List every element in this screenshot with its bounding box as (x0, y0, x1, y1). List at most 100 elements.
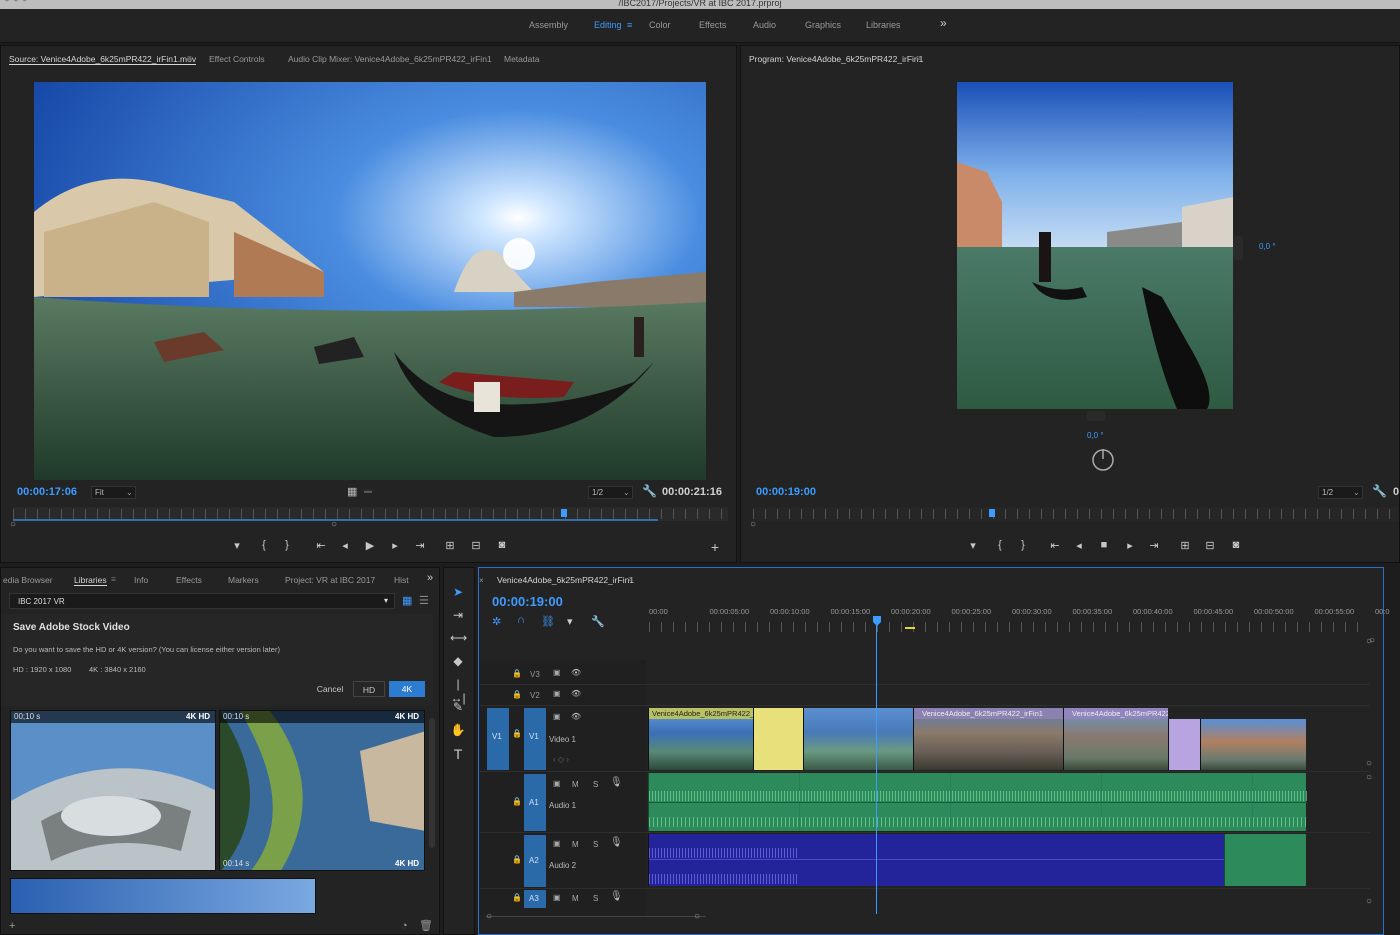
solo-button[interactable]: S (593, 840, 598, 849)
list-view-icon[interactable]: ☰ (419, 594, 429, 607)
video-clip-transition[interactable] (753, 708, 803, 770)
panel-menu-icon[interactable]: ≡ (187, 53, 192, 63)
panel-overflow-icon[interactable]: » (427, 572, 433, 584)
stop-icon[interactable]: ■ (1096, 539, 1112, 551)
insert-icon[interactable]: ⊞ (442, 539, 458, 552)
workspace-editing[interactable]: Editing (594, 20, 622, 30)
source-resolution-select[interactable]: 1/2 ⌄ (588, 486, 633, 499)
ripple-edit-tool-icon[interactable]: ⟷ (450, 631, 467, 645)
trash-icon[interactable]: 🗑 (419, 919, 433, 932)
scroll-handle-left[interactable]: ○ (486, 911, 492, 922)
video-clip[interactable]: Venice4Adobe_6k25mPR422_irFin1.mov (648, 708, 753, 770)
tab-libraries[interactable]: Libraries (74, 575, 107, 586)
solo-button[interactable]: S (593, 894, 598, 903)
sync-lock-icon[interactable]: ▣ (553, 712, 561, 721)
extract-icon[interactable]: ⊟ (1202, 539, 1218, 552)
track-target-a1[interactable]: A1 (524, 774, 546, 831)
workspace-assembly[interactable]: Assembly (529, 20, 568, 30)
tab-audio-clip-mixer[interactable]: Audio Clip Mixer: Venice4Adobe_6k25mPR42… (288, 54, 492, 64)
video-clip[interactable]: Venice4Adobe_6k25mPR422_irFin1 (913, 708, 1063, 770)
sync-lock-icon[interactable]: ▣ (553, 839, 561, 848)
stock-thumbnail-3[interactable] (10, 878, 316, 914)
tab-project[interactable]: Project: VR at IBC 2017 (285, 575, 375, 585)
tab-source[interactable]: Source: Venice4Adobe_6k25mPR422_irFin1.m… (9, 54, 197, 65)
go-to-in-icon[interactable]: ⇤ (1047, 539, 1063, 552)
overwrite-icon[interactable]: ⊟ (468, 539, 484, 552)
tab-metadata[interactable]: Metadata (504, 54, 539, 64)
lock-icon[interactable]: 🔒 (512, 893, 522, 902)
workspace-audio[interactable]: Audio (753, 20, 776, 30)
track-target-a2[interactable]: A2 (524, 835, 546, 887)
add-marker-icon[interactable]: ▾ (965, 539, 981, 552)
eye-icon[interactable]: 👁 (571, 668, 581, 677)
tab-effect-controls[interactable]: Effect Controls (209, 54, 265, 64)
cloud-sync-icon[interactable]: ◔ (401, 920, 408, 932)
sync-lock-icon[interactable]: ▣ (553, 779, 561, 788)
mute-button[interactable]: M (572, 780, 579, 789)
lock-icon[interactable]: 🔒 (512, 729, 522, 738)
selection-tool-icon[interactable]: ➤ (450, 585, 466, 599)
snap-icon[interactable]: ∩ (517, 614, 525, 626)
program-playhead[interactable] (988, 509, 995, 517)
source-zoom-select[interactable]: Fit ⌄ (91, 486, 136, 499)
pen-tool-icon[interactable]: ✎ (450, 700, 466, 714)
mute-button[interactable]: M (572, 894, 579, 903)
drag-video-icon[interactable]: ▦ (347, 485, 357, 498)
lift-icon[interactable]: ⊞ (1177, 539, 1193, 552)
close-sequence-icon[interactable]: × (479, 576, 487, 585)
tab-effects[interactable]: Effects (176, 575, 202, 585)
cancel-button[interactable]: Cancel (311, 681, 349, 697)
razor-tool-icon[interactable]: ◆ (450, 654, 466, 668)
vr-angle-vertical[interactable]: 0,0 ° (1259, 242, 1276, 251)
program-timecode[interactable]: 00:00:19:00 (756, 486, 816, 498)
settings-wrench-icon[interactable]: 🔧 (591, 615, 605, 628)
source-timecode[interactable]: 00:00:17:06 (17, 486, 77, 498)
workspace-overflow-icon[interactable]: » (940, 16, 947, 30)
mark-in-icon[interactable]: { (992, 539, 1008, 551)
video-clip[interactable] (803, 708, 913, 770)
tab-history[interactable]: Hist (394, 575, 409, 585)
zoom-start-handle[interactable]: ○ (750, 519, 756, 530)
eye-icon[interactable]: 👁 (571, 689, 581, 698)
video-clip-transition[interactable] (1168, 719, 1200, 770)
linked-selection-icon[interactable]: ⛓ (541, 615, 555, 628)
grid-view-icon[interactable]: ▦ (402, 594, 412, 607)
microphone-icon[interactable]: 🎙 (610, 837, 623, 848)
mute-button[interactable]: M (572, 840, 579, 849)
eye-icon[interactable]: 👁 (571, 712, 581, 721)
video-clip[interactable]: Venice4Adobe_6k25mPR422_irFin1.mov (1063, 708, 1168, 770)
solo-button[interactable]: S (593, 780, 598, 789)
zoom-end-handle[interactable]: ○ (331, 519, 337, 530)
workspace-libraries[interactable]: Libraries (866, 20, 901, 30)
track-target-v1[interactable]: V1 (524, 708, 546, 770)
drag-audio-icon[interactable]: ▬ (364, 486, 372, 495)
track-select-tool-icon[interactable]: ⇥ (450, 608, 466, 622)
vr-vertical-slider[interactable] (1233, 236, 1243, 260)
sync-lock-icon[interactable]: ▣ (553, 893, 561, 902)
step-back-icon[interactable]: ◂ (1071, 539, 1087, 552)
workspace-graphics[interactable]: Graphics (805, 20, 841, 30)
mark-out-icon[interactable]: } (279, 539, 295, 551)
go-to-out-icon[interactable]: ⇥ (412, 539, 428, 552)
hd-button[interactable]: HD (353, 681, 385, 697)
stock-thumbnail-1[interactable]: 00;10 s 4K HD (10, 710, 216, 871)
workspace-effects[interactable]: Effects (699, 20, 726, 30)
add-marker-icon[interactable]: ▾ (229, 539, 245, 552)
source-timebar[interactable] (13, 507, 728, 521)
audio-clip-a2-end[interactable] (1224, 834, 1306, 886)
4k-button[interactable]: 4K (389, 681, 425, 697)
source-playhead[interactable] (560, 509, 567, 517)
lock-icon[interactable]: 🔒 (512, 669, 522, 678)
audio-clip-a1[interactable] (648, 773, 1307, 831)
step-forward-icon[interactable]: ▸ (1122, 539, 1138, 552)
mark-in-icon[interactable]: { (256, 539, 272, 551)
timeline-timecode[interactable]: 00:00:19:00 (492, 594, 563, 609)
go-to-in-icon[interactable]: ⇤ (313, 539, 329, 552)
v-scroll-handle[interactable]: ○ (1366, 636, 1372, 647)
mark-out-icon[interactable]: } (1015, 539, 1031, 551)
step-back-icon[interactable]: ◂ (337, 539, 353, 552)
lock-icon[interactable]: 🔒 (512, 855, 522, 864)
keyframe-nav-icon[interactable]: ‹ ◇ › (553, 755, 569, 764)
panel-menu-icon[interactable]: ≡ (111, 574, 116, 584)
panel-menu-icon[interactable]: ≡ (916, 53, 921, 63)
